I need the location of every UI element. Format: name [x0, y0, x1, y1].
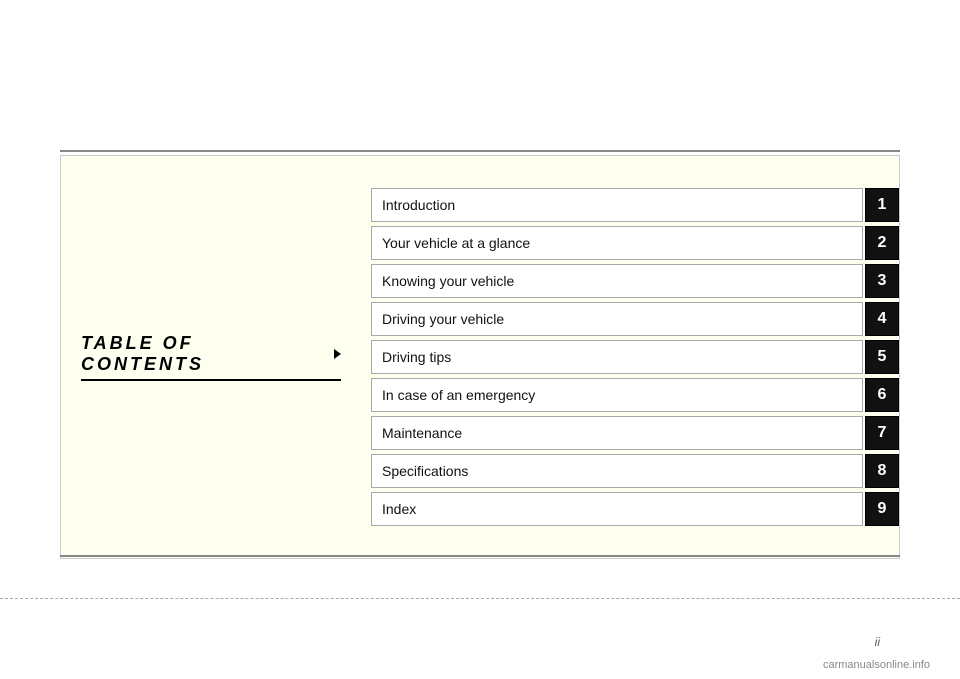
toc-item-number: 7 [865, 416, 899, 450]
toc-item-label: Knowing your vehicle [371, 264, 863, 298]
bottom-rule [60, 555, 900, 557]
toc-item-number: 5 [865, 340, 899, 374]
toc-item-number: 6 [865, 378, 899, 412]
toc-list: Introduction1Your vehicle at a glance2Kn… [361, 156, 899, 558]
top-rule [60, 150, 900, 152]
toc-item-label: Driving your vehicle [371, 302, 863, 336]
table-row[interactable]: Driving your vehicle4 [371, 302, 899, 336]
page-number: ii [875, 635, 880, 649]
triangle-icon [334, 349, 341, 359]
toc-item-label: Index [371, 492, 863, 526]
table-row[interactable]: Driving tips5 [371, 340, 899, 374]
dashed-rule [0, 598, 960, 599]
toc-item-label: Your vehicle at a glance [371, 226, 863, 260]
toc-item-number: 8 [865, 454, 899, 488]
toc-item-label: In case of an emergency [371, 378, 863, 412]
toc-item-number: 2 [865, 226, 899, 260]
table-row[interactable]: Specifications8 [371, 454, 899, 488]
toc-item-number: 9 [865, 492, 899, 526]
left-panel: TABLE OF CONTENTS [61, 156, 361, 558]
toc-item-number: 4 [865, 302, 899, 336]
table-row[interactable]: Your vehicle at a glance2 [371, 226, 899, 260]
table-row[interactable]: Knowing your vehicle3 [371, 264, 899, 298]
page-container: TABLE OF CONTENTS Introduction1Your vehi… [0, 0, 960, 679]
table-row[interactable]: Maintenance7 [371, 416, 899, 450]
watermark-text: carmanualsonline.info [823, 659, 930, 671]
main-box: TABLE OF CONTENTS Introduction1Your vehi… [60, 155, 900, 559]
toc-title: TABLE OF CONTENTS [81, 333, 341, 381]
toc-item-label: Specifications [371, 454, 863, 488]
toc-item-label: Introduction [371, 188, 863, 222]
toc-item-label: Maintenance [371, 416, 863, 450]
table-row[interactable]: Index9 [371, 492, 899, 526]
table-row[interactable]: In case of an emergency6 [371, 378, 899, 412]
toc-title-text: TABLE OF CONTENTS [81, 333, 324, 375]
toc-item-number: 3 [865, 264, 899, 298]
toc-item-number: 1 [865, 188, 899, 222]
toc-item-label: Driving tips [371, 340, 863, 374]
table-row[interactable]: Introduction1 [371, 188, 899, 222]
